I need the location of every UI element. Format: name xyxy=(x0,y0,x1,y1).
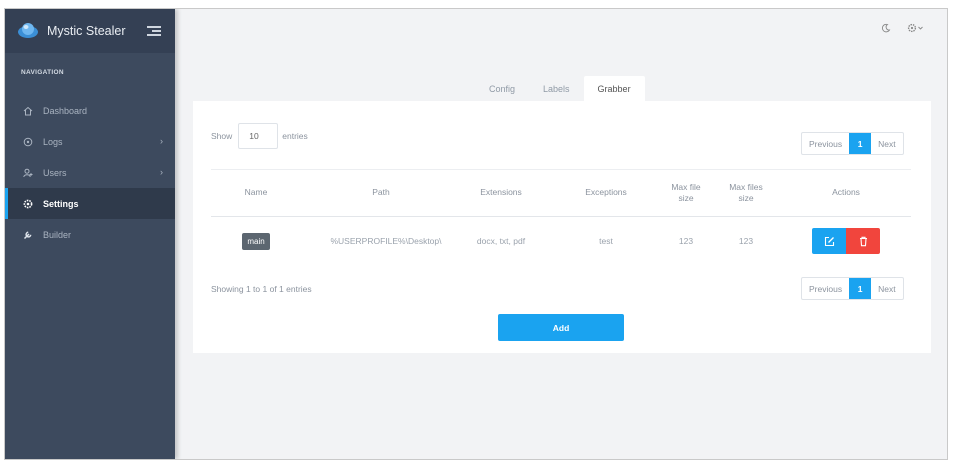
sidebar-item-settings[interactable]: Settings xyxy=(5,188,175,219)
pagination-bottom: Previous 1 Next xyxy=(801,277,904,300)
page-length-control: Show 10 entries xyxy=(211,123,308,149)
logs-icon xyxy=(21,137,35,147)
cell-name: main xyxy=(211,218,301,264)
sidebar-item-label: Logs xyxy=(43,136,63,147)
column-header-extensions[interactable]: Extensions xyxy=(451,170,551,216)
pagination-top: Previous 1 Next xyxy=(801,132,904,155)
cell-max-files-size: 123 xyxy=(738,236,754,246)
grabber-card: Show 10 entries Previous 1 Next Name Pat… xyxy=(193,101,931,353)
column-header-line: Max file xyxy=(671,181,701,192)
column-header-actions: Actions xyxy=(832,187,860,198)
app-title: Mystic Stealer xyxy=(47,24,126,38)
gear-icon xyxy=(21,199,35,209)
table-header: Name Path Extensions Exceptions Max file… xyxy=(211,169,911,217)
moon-icon[interactable] xyxy=(881,23,891,36)
add-button[interactable]: Add xyxy=(498,314,624,341)
sidebar-item-label: Settings xyxy=(43,198,79,209)
page-length-select[interactable]: 10 xyxy=(238,123,279,149)
column-header-exceptions[interactable]: Exceptions xyxy=(561,170,651,216)
previous-page-button[interactable]: Previous xyxy=(802,133,849,154)
column-header-max-files-size[interactable]: Max files size xyxy=(718,170,774,216)
topbar-actions xyxy=(881,23,925,36)
next-page-button[interactable]: Next xyxy=(871,278,902,299)
sidebar-item-label: Users xyxy=(43,167,67,178)
name-badge: main xyxy=(242,232,270,250)
sidebar-item-label: Builder xyxy=(43,229,72,240)
entries-label: entries xyxy=(282,131,308,141)
sidebar-item-users[interactable]: Users › xyxy=(5,157,175,188)
cell-actions xyxy=(796,218,896,264)
cell-exceptions: test xyxy=(599,236,613,246)
chevron-right-icon: › xyxy=(160,136,163,146)
app-window: Mystic Stealer NAVIGATION Dashboard Logs… xyxy=(4,8,948,460)
sidebar-item-builder[interactable]: Builder xyxy=(5,219,175,250)
sidebar-item-dashboard[interactable]: Dashboard xyxy=(5,95,175,126)
column-header-line: size xyxy=(678,193,694,203)
settings-dropdown-icon[interactable] xyxy=(907,23,925,36)
tab-grabber[interactable]: Grabber xyxy=(583,76,645,101)
tab-config[interactable]: Config xyxy=(475,76,529,101)
cell-extensions: docx, txt, pdf xyxy=(476,236,526,246)
edit-button[interactable] xyxy=(812,228,846,254)
cell-path: %USERPROFILE%\Desktop\ xyxy=(330,236,442,246)
page-1-button[interactable]: 1 xyxy=(849,133,872,154)
logo-icon xyxy=(18,23,38,38)
table-info: Showing 1 to 1 of 1 entries xyxy=(211,284,312,294)
home-icon xyxy=(21,106,35,116)
nav-heading: NAVIGATION xyxy=(21,69,64,76)
show-label: Show xyxy=(211,131,233,141)
wrench-icon xyxy=(21,230,35,240)
chevron-right-icon: › xyxy=(160,167,163,177)
tab-labels[interactable]: Labels xyxy=(529,76,584,101)
column-header-name[interactable]: Name xyxy=(211,170,301,216)
next-page-button[interactable]: Next xyxy=(871,133,902,154)
column-header-line: size xyxy=(738,193,754,203)
cell-max-file-size: 123 xyxy=(678,236,694,246)
column-header-path[interactable]: Path xyxy=(321,170,441,216)
users-icon xyxy=(21,168,35,178)
delete-button[interactable] xyxy=(846,228,880,254)
brand-bar: Mystic Stealer xyxy=(5,9,175,53)
page-1-button[interactable]: 1 xyxy=(849,278,872,299)
sidebar-item-label: Dashboard xyxy=(43,105,88,116)
sidebar: Mystic Stealer NAVIGATION Dashboard Logs… xyxy=(5,9,175,459)
sidebar-item-logs[interactable]: Logs › xyxy=(5,126,175,157)
table-row: main %USERPROFILE%\Desktop\ docx, txt, p… xyxy=(211,218,911,264)
column-header-line: Max files xyxy=(729,181,763,192)
settings-tabs: Config Labels Grabber xyxy=(475,76,645,101)
trash-icon xyxy=(859,236,867,246)
menu-toggle-icon[interactable] xyxy=(147,24,161,39)
previous-page-button[interactable]: Previous xyxy=(802,278,849,299)
column-header-max-file-size[interactable]: Max file size xyxy=(661,170,711,216)
edit-icon xyxy=(824,236,834,246)
